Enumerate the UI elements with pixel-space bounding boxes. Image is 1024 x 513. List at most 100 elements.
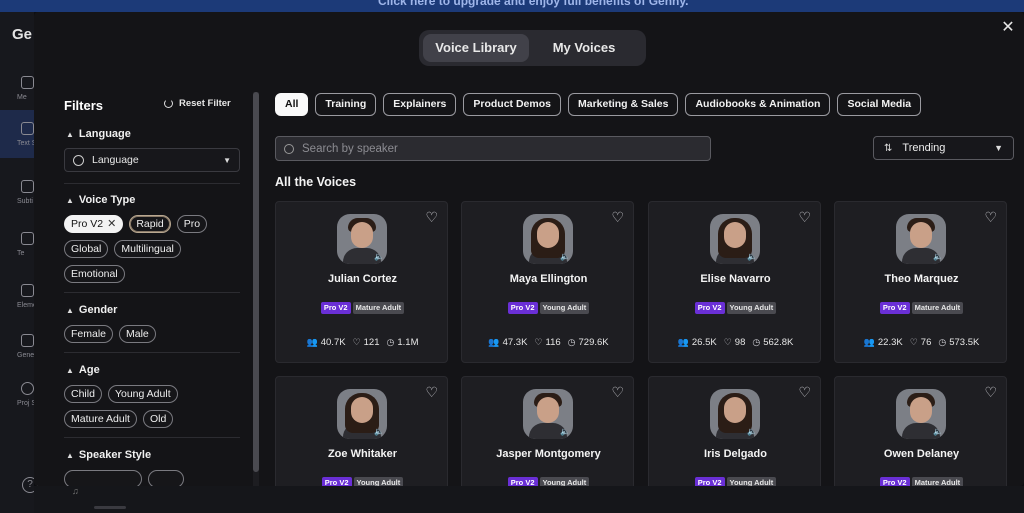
voice-card[interactable]: ♡ 🔈 Iris Delgado Pro V2 Young Adult	[648, 376, 821, 486]
category-audiobooks-animation[interactable]: Audiobooks & Animation	[685, 93, 831, 116]
language-select[interactable]: Language ▼	[64, 148, 240, 172]
heart-icon[interactable]: ♡	[425, 209, 438, 226]
voice-type-section-toggle[interactable]: ▲ Voice Type	[66, 194, 135, 206]
scrollbar-thumb[interactable]	[253, 92, 259, 472]
speaker-icon[interactable]: 🔈	[374, 252, 384, 262]
close-button[interactable]: ✕	[1000, 20, 1016, 36]
chip-emotional[interactable]: Emotional	[64, 265, 125, 283]
voice-card[interactable]: ♡ 🔈 Owen Delaney Pro V2 Mature Adult	[834, 376, 1007, 486]
timeline-scrollbar[interactable]	[94, 506, 126, 509]
likes-stat: ♡ 121	[353, 337, 380, 348]
tab-my-voices[interactable]: My Voices	[529, 34, 639, 62]
upgrade-banner-text[interactable]: Click here to upgrade and enjoy full ben…	[378, 0, 689, 8]
sidebar-item-elements[interactable]: Eleme	[0, 274, 37, 322]
chip-child[interactable]: Child	[64, 385, 102, 403]
heart-icon[interactable]: ♡	[611, 384, 624, 401]
likes-stat: ♡ 98	[724, 337, 746, 348]
close-icon[interactable]: ✕	[107, 216, 116, 232]
language-section-toggle[interactable]: ▲ Language	[66, 128, 131, 140]
voice-card[interactable]: ♡ 🔈 Maya Ellington Pro V2 Young Adult 👥 4…	[461, 201, 634, 363]
heart-icon[interactable]: ♡	[984, 384, 997, 401]
heart-icon: ♡	[352, 337, 361, 347]
voice-stats: 👥 26.5K ♡ 98 ◷ 562.8K	[649, 337, 822, 348]
tier-badge: Pro V2	[507, 302, 538, 314]
voice-name: Owen Delaney	[883, 448, 960, 460]
gender-heading: Gender	[78, 304, 118, 316]
category-product-demos[interactable]: Product Demos	[463, 93, 561, 116]
heart-icon: ♡	[534, 337, 543, 347]
sidebar-item-generate[interactable]: Gene	[0, 326, 34, 374]
tier-badge: Pro V2	[321, 477, 352, 486]
age-section-toggle[interactable]: ▲ Age	[66, 364, 100, 376]
heart-icon[interactable]: ♡	[984, 209, 997, 226]
sort-dropdown[interactable]: ⇅ Trending ▼	[873, 136, 1014, 160]
sidebar-item-project-settings[interactable]: Proj Setti	[0, 376, 45, 424]
sidebar-item-subtitles[interactable]: Subti	[0, 172, 34, 220]
reset-filter-button[interactable]: Reset Filter	[164, 98, 231, 109]
age-badge: Mature Adult	[911, 477, 964, 486]
speaker-icon[interactable]: 🔈	[560, 252, 570, 262]
chip-male[interactable]: Male	[119, 325, 156, 343]
sidebar-item-text-speech[interactable]: Text Spe	[0, 110, 44, 158]
chip-female[interactable]: Female	[64, 325, 114, 343]
filters-title: Filters	[64, 98, 104, 113]
sidebar-item-media[interactable]: Me	[0, 64, 34, 112]
heart-icon[interactable]: ♡	[611, 209, 624, 226]
plays-stat: ◷ 1.1M	[387, 337, 419, 348]
plays-count: 573.5K	[949, 337, 980, 348]
category-explainers[interactable]: Explainers	[383, 93, 457, 116]
voice-name: Zoe Whitaker	[327, 448, 398, 460]
gender-chips-row: Female Male	[64, 325, 156, 343]
chip-global[interactable]: Global	[64, 240, 109, 258]
chip-old[interactable]: Old	[142, 410, 174, 428]
chip-multilingual[interactable]: Multilingual	[114, 240, 181, 258]
voice-badges: Pro V2 Young Adult	[649, 477, 822, 486]
speaker-icon[interactable]: 🔈	[933, 252, 943, 262]
category-social-media[interactable]: Social Media	[837, 93, 922, 116]
voice-card[interactable]: ♡ 🔈 Jasper Montgomery Pro V2 Young Adult	[461, 376, 634, 486]
tier-badge: Pro V2	[879, 477, 910, 486]
voice-card[interactable]: ♡ 🔈 Theo Marquez Pro V2 Mature Adult 👥 22…	[834, 201, 1007, 363]
search-box	[275, 136, 711, 161]
speaker-icon[interactable]: 🔈	[747, 252, 757, 262]
heart-icon[interactable]: ♡	[425, 384, 438, 401]
tier-badge: Pro V2	[320, 302, 351, 314]
search-input[interactable]	[302, 142, 682, 155]
category-training[interactable]: Training	[315, 93, 377, 116]
voice-card[interactable]: ♡ 🔈 Julian Cortez Pro V2 Mature Adult 👥 4…	[275, 201, 448, 363]
chip-pro[interactable]: Pro	[176, 215, 208, 233]
tier-badge: Pro V2	[694, 477, 725, 486]
voice-name: Theo Marquez	[884, 273, 959, 285]
category-all[interactable]: All	[275, 93, 309, 116]
tier-badge: Pro V2	[879, 302, 910, 314]
globe-icon	[73, 154, 84, 166]
tab-voice-library[interactable]: Voice Library	[423, 34, 529, 62]
sidebar-item-text[interactable]: Te	[0, 224, 34, 272]
chip-speaker-style[interactable]	[64, 470, 142, 486]
section-title: All the Voices	[275, 175, 357, 189]
likes-count: 121	[363, 337, 380, 348]
voice-card[interactable]: ♡ 🔈 Elise Navarro Pro V2 Young Adult 👥 26…	[648, 201, 821, 363]
upgrade-banner[interactable]: Click here to upgrade and enjoy full ben…	[0, 0, 1024, 12]
speaker-icon[interactable]: 🔈	[560, 427, 570, 437]
heart-icon[interactable]: ♡	[798, 209, 811, 226]
voice-badges: Pro V2 Mature Adult	[835, 477, 1008, 486]
chip-mature-adult[interactable]: Mature Adult	[64, 410, 137, 428]
voice-card[interactable]: ♡ 🔈 Zoe Whitaker Pro V2 Young Adult	[275, 376, 448, 486]
settings-icon	[21, 382, 34, 395]
tier-badge: Pro V2	[507, 477, 538, 486]
filters-scrollbar[interactable]	[253, 92, 259, 486]
chip-young-adult[interactable]: Young Adult	[107, 385, 178, 403]
speaker-icon[interactable]: 🔈	[374, 427, 384, 437]
chip-speaker-style[interactable]	[148, 470, 184, 486]
reset-filter-label: Reset Filter	[179, 98, 231, 109]
chip-pro-v2[interactable]: Pro V2 ✕	[64, 215, 124, 233]
plays-count: 1.1M	[397, 337, 419, 348]
speaker-icon[interactable]: 🔈	[747, 427, 757, 437]
speaker-icon[interactable]: 🔈	[933, 427, 943, 437]
speaker-style-section-toggle[interactable]: ▲ Speaker Style	[66, 449, 151, 461]
heart-icon[interactable]: ♡	[798, 384, 811, 401]
category-marketing-sales[interactable]: Marketing & Sales	[568, 93, 679, 116]
chip-rapid[interactable]: Rapid	[129, 215, 171, 233]
gender-section-toggle[interactable]: ▲ Gender	[66, 304, 117, 316]
